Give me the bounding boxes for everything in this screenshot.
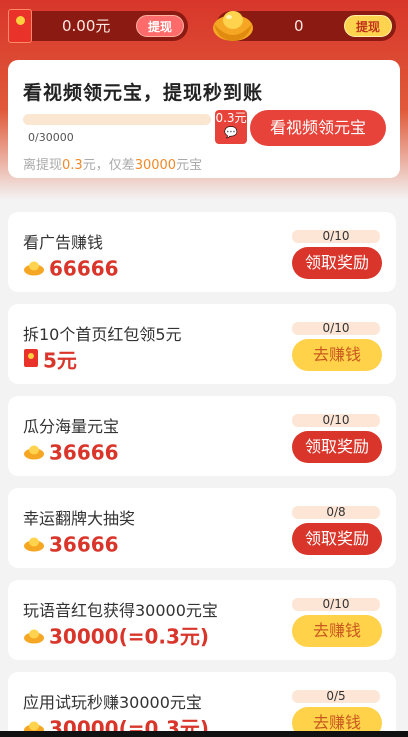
task-title: 应用试玩秒赚30000元宝 (23, 693, 202, 712)
task-title: 玩语音红包获得30000元宝 (23, 601, 218, 620)
ingot-withdraw-button[interactable]: 提现 (344, 15, 392, 37)
task-reward-value: 66666 (49, 256, 119, 281)
task-card: 拆10个首页红包领5元 5元 0/10 去赚钱 (8, 304, 396, 384)
task-title: 幸运翻牌大抽奖 (23, 509, 136, 528)
task-card: 看广告赚钱 66666 0/10 领取奖励 (8, 212, 396, 292)
bottom-edge (0, 731, 408, 737)
badge-value: 0.3元 (215, 111, 247, 125)
task-reward-value: 30000(=0.3元) (49, 624, 210, 649)
note-prefix: 离提现 (23, 158, 63, 173)
task-progress-count: 0/8 (292, 506, 380, 519)
note-remaining: 30000 (134, 158, 177, 173)
wechat-cash-badge: 0.3元 💬 (215, 110, 247, 144)
wechat-icon: 💬 (224, 126, 238, 139)
note-mid: 元，仅差 (82, 158, 135, 173)
task-title: 拆10个首页红包领5元 (23, 325, 182, 344)
task-card: 瓜分海量元宝 36666 0/10 领取奖励 (8, 396, 396, 476)
balance-bar: 0.00元 提现 0 提现 (0, 0, 408, 52)
task-action-button[interactable]: 领取奖励 (292, 431, 382, 463)
task-action-button[interactable]: 去赚钱 (292, 339, 382, 371)
ingot-icon (23, 532, 45, 558)
task-reward-value: 5元 (43, 348, 77, 373)
task-action-button[interactable]: 领取奖励 (292, 247, 382, 279)
task-reward: 30000(=0.3元) (23, 622, 210, 650)
promo-title: 看视频领元宝，提现秒到账 (23, 82, 264, 104)
task-action-button[interactable]: 去赚钱 (292, 615, 382, 647)
promo-card: 看视频领元宝，提现秒到账 0/30000 离提现0.3元，仅差30000元宝 0… (8, 60, 400, 178)
task-reward-value: 36666 (49, 532, 119, 557)
note-suffix: 元宝 (176, 158, 203, 173)
cash-balance-pill: 0.00元 提现 (8, 11, 188, 41)
withdraw-progress-bar (23, 114, 211, 125)
ingot-icon (23, 440, 45, 466)
task-card: 应用试玩秒赚30000元宝 30000(=0.3元) 0/5 去赚钱 (8, 672, 396, 737)
ingot-icon (23, 624, 45, 650)
red-packet-icon (8, 9, 32, 43)
task-progress-count: 0/10 (292, 322, 380, 335)
task-reward: 36666 (23, 530, 119, 558)
task-progress-count: 0/5 (292, 690, 380, 703)
ingot-amount: 0 (294, 17, 304, 35)
watch-video-button[interactable]: 看视频领元宝 (250, 110, 386, 146)
task-reward: 66666 (23, 254, 119, 282)
task-progress-count: 0/10 (292, 598, 380, 611)
task-action-button[interactable]: 领取奖励 (292, 523, 382, 555)
withdraw-progress-text: 0/30000 (28, 131, 74, 144)
cash-amount: 0.00元 (62, 17, 111, 35)
cash-withdraw-button[interactable]: 提现 (136, 15, 184, 37)
task-reward: 5元 (23, 346, 77, 374)
task-title: 看广告赚钱 (23, 233, 104, 252)
withdraw-note: 离提现0.3元，仅差30000元宝 (23, 154, 202, 173)
task-title: 瓜分海量元宝 (23, 417, 120, 436)
gold-ingot-icon (213, 11, 253, 41)
ingot-icon (23, 256, 45, 282)
task-card: 幸运翻牌大抽奖 36666 0/8 领取奖励 (8, 488, 396, 568)
task-progress-count: 0/10 (292, 230, 380, 243)
note-amount: 0.3 (62, 158, 83, 173)
red-packet-icon (23, 348, 39, 374)
task-card: 玩语音红包获得30000元宝 30000(=0.3元) 0/10 去赚钱 (8, 580, 396, 660)
task-reward-value: 36666 (49, 440, 119, 465)
task-progress-count: 0/10 (292, 414, 380, 427)
task-reward: 36666 (23, 438, 119, 466)
